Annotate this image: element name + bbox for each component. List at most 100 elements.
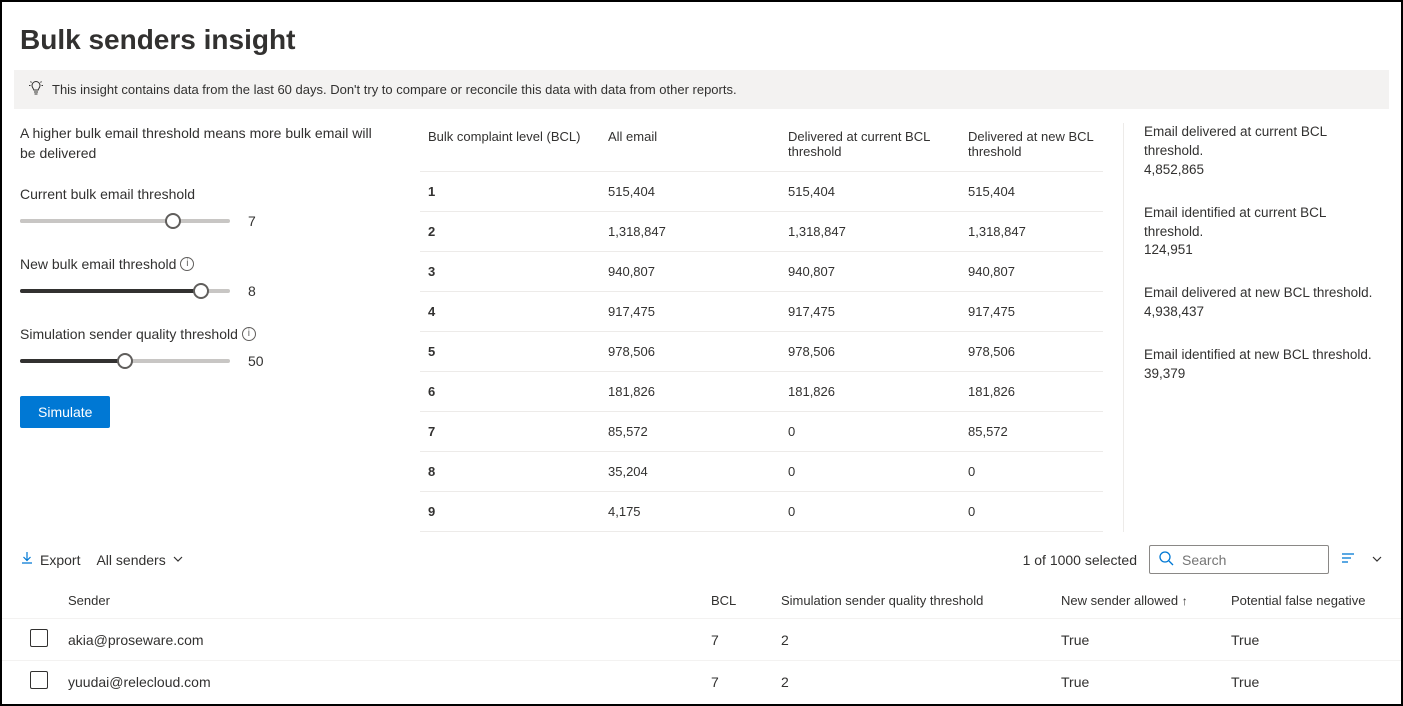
filter-dropdown[interactable]: All senders xyxy=(96,552,183,568)
sort-ascending-icon: ↑ xyxy=(1182,594,1188,608)
cell-all: 181,826 xyxy=(600,372,780,412)
cell-bcl: 9 xyxy=(420,492,600,532)
cell-sqt: 2 xyxy=(771,619,1051,661)
cell-bcl: 7 xyxy=(420,412,600,452)
sender-toolbar: Export All senders 1 of 1000 selected xyxy=(2,540,1401,579)
table-row[interactable]: yuudai@relecloud.com72TrueTrue xyxy=(2,661,1401,703)
cell-all: 940,807 xyxy=(600,252,780,292)
cell-sender: akia@proseware.com xyxy=(58,619,701,661)
info-icon[interactable]: i xyxy=(180,257,194,271)
cell-new: 917,475 xyxy=(960,292,1103,332)
cell-all: 515,404 xyxy=(600,172,780,212)
slider-quality-threshold: Simulation sender quality threshold i 50 xyxy=(20,326,372,370)
table-row[interactable]: 1515,404515,404515,404 xyxy=(420,172,1103,212)
col-header-bcl[interactable]: BCL xyxy=(701,583,771,619)
cell-current: 0 xyxy=(780,452,960,492)
search-input[interactable] xyxy=(1182,552,1320,568)
cell-sqt: 2 xyxy=(771,661,1051,703)
cell-new: 978,506 xyxy=(960,332,1103,372)
export-button[interactable]: Export xyxy=(20,551,80,568)
col-header-allowed[interactable]: New sender allowed ↑ xyxy=(1051,583,1221,619)
stat-identified-current: Email identified at current BCL threshol… xyxy=(1144,204,1383,261)
col-header-sender[interactable]: Sender xyxy=(58,583,701,619)
info-bar: This insight contains data from the last… xyxy=(14,70,1389,109)
page-title: Bulk senders insight xyxy=(2,2,1401,70)
slider-value: 8 xyxy=(248,283,256,299)
cell-all: 1,318,847 xyxy=(600,212,780,252)
table-row[interactable]: 21,318,8471,318,8471,318,847 xyxy=(420,212,1103,252)
col-header-new[interactable]: Delivered at new BCL threshold xyxy=(960,123,1103,172)
cell-new: 85,572 xyxy=(960,412,1103,452)
cell-bcl: 2 xyxy=(420,212,600,252)
cell-sender: yuudai@relecloud.com xyxy=(58,661,701,703)
table-row[interactable]: 835,20400 xyxy=(420,452,1103,492)
info-bar-text: This insight contains data from the last… xyxy=(52,82,737,97)
list-settings-icon[interactable] xyxy=(1341,551,1359,568)
cell-all: 35,204 xyxy=(600,452,780,492)
new-threshold-slider[interactable] xyxy=(20,282,230,300)
cell-bcl: 4 xyxy=(420,292,600,332)
chevron-down-icon xyxy=(172,552,184,568)
search-box[interactable] xyxy=(1149,545,1329,574)
cell-new: 0 xyxy=(960,492,1103,532)
col-header-checkbox xyxy=(2,583,58,619)
cell-current: 940,807 xyxy=(780,252,960,292)
cell-check xyxy=(2,619,58,661)
bcl-table: Bulk complaint level (BCL) All email Del… xyxy=(420,123,1103,532)
cell-potential: True xyxy=(1221,661,1401,703)
cell-current: 978,506 xyxy=(780,332,960,372)
download-icon xyxy=(20,551,34,568)
table-row[interactable]: 94,17500 xyxy=(420,492,1103,532)
cell-bcl: 1 xyxy=(420,172,600,212)
slider-current-threshold: Current bulk email threshold 7 xyxy=(20,186,372,230)
stat-delivered-current: Email delivered at current BCL threshold… xyxy=(1144,123,1383,180)
row-checkbox[interactable] xyxy=(30,629,48,647)
table-row[interactable]: 3940,807940,807940,807 xyxy=(420,252,1103,292)
cell-current: 917,475 xyxy=(780,292,960,332)
slider-label: Simulation sender quality threshold xyxy=(20,326,238,342)
sender-table: Sender BCL Simulation sender quality thr… xyxy=(2,583,1401,702)
search-icon xyxy=(1158,550,1174,569)
table-row[interactable]: 6181,826181,826181,826 xyxy=(420,372,1103,412)
controls-pane: A higher bulk email threshold means more… xyxy=(20,123,400,532)
row-checkbox[interactable] xyxy=(30,671,48,689)
stat-delivered-new: Email delivered at new BCL threshold. 4,… xyxy=(1144,284,1383,322)
cell-bcl: 7 xyxy=(701,661,771,703)
table-row[interactable]: 4917,475917,475917,475 xyxy=(420,292,1103,332)
cell-new: 0 xyxy=(960,452,1103,492)
cell-potential: True xyxy=(1221,619,1401,661)
table-row[interactable]: 5978,506978,506978,506 xyxy=(420,332,1103,372)
cell-new: 1,318,847 xyxy=(960,212,1103,252)
description-text: A higher bulk email threshold means more… xyxy=(20,123,372,186)
col-header-potential[interactable]: Potential false negative xyxy=(1221,583,1401,619)
cell-new: 515,404 xyxy=(960,172,1103,212)
simulate-button[interactable]: Simulate xyxy=(20,396,110,428)
col-header-sqt[interactable]: Simulation sender quality threshold xyxy=(771,583,1051,619)
cell-allowed: True xyxy=(1051,619,1221,661)
cell-check xyxy=(2,661,58,703)
cell-bcl: 5 xyxy=(420,332,600,372)
cell-all: 85,572 xyxy=(600,412,780,452)
slider-value: 50 xyxy=(248,353,264,369)
col-header-all[interactable]: All email xyxy=(600,123,780,172)
stats-pane: Email delivered at current BCL threshold… xyxy=(1123,123,1383,532)
cell-allowed: True xyxy=(1051,661,1221,703)
cell-bcl: 6 xyxy=(420,372,600,412)
stat-identified-new: Email identified at new BCL threshold. 3… xyxy=(1144,346,1383,384)
cell-current: 1,318,847 xyxy=(780,212,960,252)
slider-new-threshold: New bulk email threshold i 8 xyxy=(20,256,372,300)
slider-label: Current bulk email threshold xyxy=(20,186,372,202)
col-header-bcl[interactable]: Bulk complaint level (BCL) xyxy=(420,123,600,172)
cell-new: 940,807 xyxy=(960,252,1103,292)
chevron-down-icon[interactable] xyxy=(1371,552,1383,568)
cell-all: 4,175 xyxy=(600,492,780,532)
table-row[interactable]: 785,572085,572 xyxy=(420,412,1103,452)
cell-bcl: 3 xyxy=(420,252,600,292)
col-header-current[interactable]: Delivered at current BCL threshold xyxy=(780,123,960,172)
quality-threshold-slider[interactable] xyxy=(20,352,230,370)
current-threshold-slider[interactable] xyxy=(20,212,230,230)
table-row[interactable]: akia@proseware.com72TrueTrue xyxy=(2,619,1401,661)
info-icon[interactable]: i xyxy=(242,327,256,341)
slider-value: 7 xyxy=(248,213,256,229)
cell-new: 181,826 xyxy=(960,372,1103,412)
